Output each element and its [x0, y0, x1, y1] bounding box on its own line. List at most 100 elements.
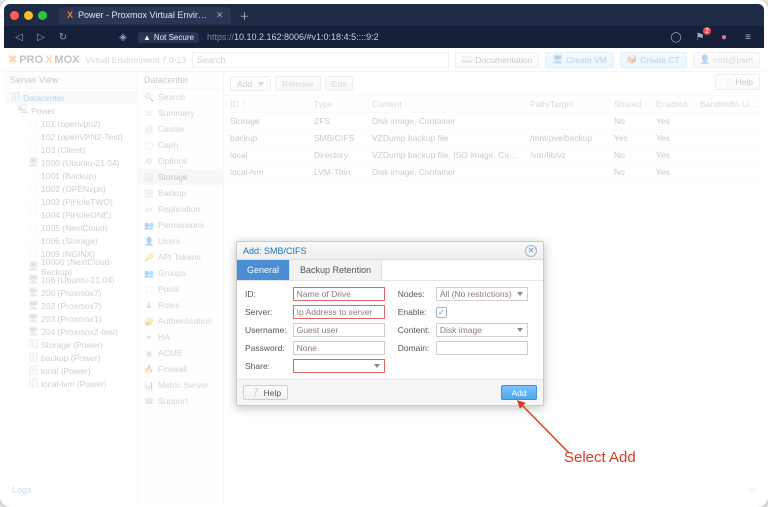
security-status[interactable]: ▲ Not Secure [138, 32, 199, 43]
shield-icon[interactable]: ◈ [116, 30, 130, 44]
menu-item-api-tokens[interactable]: 🔑API Tokens [138, 249, 223, 265]
tree-node[interactable]: ⬚101 (openvpn2) [4, 117, 137, 130]
menu-item-permissions[interactable]: 👥Permissions [138, 217, 223, 233]
tree-node[interactable]: 🖥200 (Proxmox7) [4, 286, 137, 299]
menu-item-options[interactable]: ⚙Options [138, 153, 223, 169]
global-search[interactable] [192, 52, 449, 68]
back-button[interactable]: ◁ [12, 30, 26, 44]
id-field[interactable]: Name of Drive [293, 287, 385, 301]
new-tab-button[interactable]: ＋ [237, 8, 251, 22]
dialog-close-button[interactable]: ✕ [525, 245, 537, 257]
menu-item-backup[interactable]: 🗄Backup [138, 185, 223, 201]
menu-item-groups[interactable]: 👥Groups [138, 265, 223, 281]
node-icon: ⬚ [28, 144, 38, 155]
notifications-icon[interactable]: ⚑2 [692, 30, 708, 44]
col-path[interactable]: Path/Target [524, 96, 608, 112]
tree-node[interactable]: 🗄Storage (Power) [4, 338, 137, 351]
tree-node[interactable]: ⬚102 (openVPN2-Test) [4, 130, 137, 143]
tree-node[interactable]: ⬚1006 (Storage) [4, 234, 137, 247]
col-content[interactable]: Content [366, 96, 524, 112]
menu-item-users[interactable]: 👤Users [138, 233, 223, 249]
tree-node[interactable]: 🖳Power [4, 104, 137, 117]
tree-node[interactable]: 🖥1000 (Ubuntu-21.04) [4, 156, 137, 169]
domain-field[interactable] [436, 341, 528, 355]
logs-button[interactable]: Logs [12, 485, 32, 495]
tree-node[interactable]: ⬚1003 (PiHoleTWO) [4, 195, 137, 208]
tab-close-icon[interactable]: ✕ [216, 10, 224, 21]
share-select[interactable] [293, 359, 385, 373]
menu-item-firewall[interactable]: 🔥Firewall [138, 361, 223, 377]
enable-checkbox[interactable]: ✓ [436, 307, 447, 318]
search-input[interactable] [192, 52, 449, 68]
tree-node[interactable]: ⬚1001 (Backup) [4, 169, 137, 182]
password-field[interactable]: None [293, 341, 385, 355]
menu-item-search[interactable]: 🔍Search [138, 89, 223, 105]
content-select[interactable]: Disk image [436, 323, 528, 337]
config-menu-title: Datacenter [144, 75, 188, 85]
create-ct-button[interactable]: 📦 Create CT [620, 52, 687, 68]
add-storage-button[interactable]: Add [230, 76, 271, 91]
menu-icon[interactable]: ≡ [740, 30, 756, 44]
tree-node[interactable]: ⬚1005 (NextCloud) [4, 221, 137, 234]
col-enabled[interactable]: Enabled [650, 96, 694, 112]
tree-node[interactable]: ⬚1002 (OPENvpn) [4, 182, 137, 195]
menu-item-summary[interactable]: ≣Summary [138, 105, 223, 121]
forward-button[interactable]: ▷ [34, 30, 48, 44]
server-field[interactable]: Ip Address to server [293, 305, 385, 319]
col-id[interactable]: ID ↑ [224, 96, 308, 112]
profile-icon[interactable]: ● [716, 30, 732, 44]
tree-node[interactable]: 🗄local-lvm (Power) [4, 377, 137, 390]
menu-item-ha[interactable]: ♥HA [138, 329, 223, 345]
tree-node[interactable]: 🗄local (Power) [4, 364, 137, 377]
menu-item-icon: 🗄 [144, 189, 154, 198]
minimize-icon[interactable] [24, 11, 33, 20]
window-controls[interactable] [10, 11, 47, 20]
browser-tab[interactable]: X Power - Proxmox Virtual Envir… ✕ [59, 7, 231, 24]
reload-button[interactable]: ↻ [56, 30, 70, 44]
col-shared[interactable]: Shared [608, 96, 650, 112]
tab-title: Power - Proxmox Virtual Envir… [78, 10, 207, 20]
menu-item-acme[interactable]: ◉ACME [138, 345, 223, 361]
storage-row[interactable]: backupSMB/CIFSVZDump backup file/mnt/pve… [224, 130, 764, 147]
menu-item-storage[interactable]: 🗄Storage [138, 169, 223, 185]
node-icon: ⬚ [28, 222, 38, 233]
documentation-button[interactable]: 📖 Documentation [455, 52, 540, 68]
col-type[interactable]: Type [308, 96, 366, 112]
tree-node[interactable]: ⬚1004 (PiHoleONE) [4, 208, 137, 221]
tree-datacenter[interactable]: 🗄Datacenter [4, 91, 137, 104]
username-field[interactable]: Guest user [293, 323, 385, 337]
menu-item-support[interactable]: ☎Support [138, 393, 223, 409]
nodes-select[interactable]: All (No restrictions) [436, 287, 528, 301]
maximize-icon[interactable] [38, 11, 47, 20]
storage-row[interactable]: localDirectoryVZDump backup file, ISO im… [224, 147, 764, 164]
remove-storage-button[interactable]: Remove [275, 76, 321, 91]
menu-item-replication[interactable]: ⇄Replication [138, 201, 223, 217]
tree-node[interactable]: 🖥203 (Proxmox1) [4, 312, 137, 325]
menu-item-icon: ♟ [144, 301, 154, 310]
menu-item-metric-server[interactable]: 📊Metric Server [138, 377, 223, 393]
col-bwlimit[interactable]: Bandwidth Limit [694, 96, 764, 112]
close-icon[interactable] [10, 11, 19, 20]
edit-storage-button[interactable]: Edit [325, 76, 354, 91]
address-bar[interactable]: https://10.10.2.162:8006/#v1:0:18:4:5:::… [207, 32, 379, 42]
tree-node[interactable]: 🖥10000 (NextCloud-Backup) [4, 260, 137, 273]
user-menu-button[interactable]: 👤 root@pam [693, 52, 760, 68]
sidebar-header[interactable]: Server View [4, 72, 137, 89]
menu-item-cluster[interactable]: ⛓Cluster [138, 121, 223, 137]
create-vm-button[interactable]: 🖥 Create VM [545, 52, 613, 68]
tree-node[interactable]: 🖥204 (Proxmox2-test) [4, 325, 137, 338]
tree-node[interactable]: ⬚103 (Client) [4, 143, 137, 156]
dialog-help-button[interactable]: ❔ Help [243, 385, 288, 400]
menu-item-authentication[interactable]: 🔐Authentication [138, 313, 223, 329]
menu-item-roles[interactable]: ♟Roles [138, 297, 223, 313]
task-log-toggle-icon[interactable]: ⊙ [748, 486, 756, 497]
brave-shields-icon[interactable]: ◯ [668, 30, 684, 44]
storage-row[interactable]: local-lvmLVM-ThinDisk image, ContainerNo… [224, 164, 764, 181]
tree-node[interactable]: 🖥202 (Proxmox7) [4, 299, 137, 312]
menu-item-ceph[interactable]: ◯Ceph [138, 137, 223, 153]
menu-item-pools[interactable]: ⬚Pools [138, 281, 223, 297]
tab-general[interactable]: General [237, 260, 290, 280]
tree-node[interactable]: 🗄backup (Power) [4, 351, 137, 364]
storage-row[interactable]: StorageZFSDisk image, ContainerNoYes [224, 113, 764, 130]
tab-backup-retention[interactable]: Backup Retention [290, 260, 382, 280]
